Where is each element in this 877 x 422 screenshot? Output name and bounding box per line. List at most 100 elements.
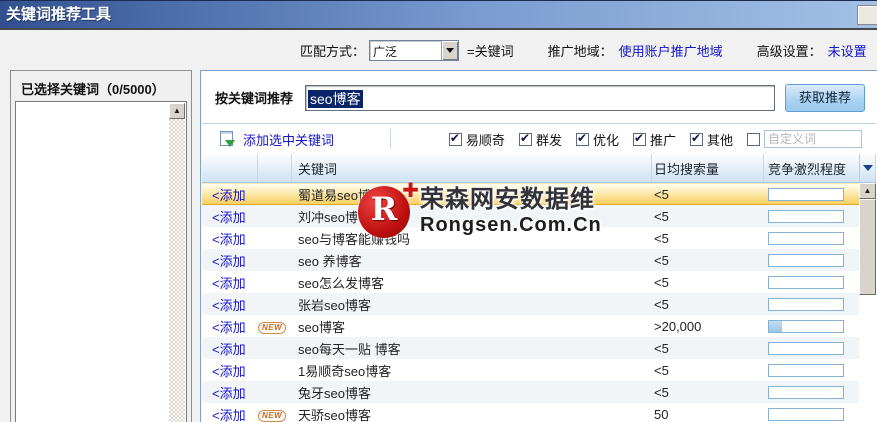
- chevron-down-icon: [446, 48, 454, 53]
- match-type-select[interactable]: 广泛: [369, 40, 459, 61]
- competition-bar: [768, 276, 844, 289]
- filter-item: 其他: [690, 130, 733, 149]
- filter-label: 群发: [536, 130, 562, 149]
- filter-checkbox[interactable]: [519, 133, 532, 146]
- keyword-cell: 张岩seo博客: [292, 295, 652, 314]
- competition-bar: [768, 342, 844, 355]
- filter-label: 优化: [593, 130, 619, 149]
- volume-cell: <5: [652, 253, 764, 268]
- header-dropdown[interactable]: [859, 154, 876, 182]
- dropdown-button[interactable]: [441, 41, 458, 60]
- add-selected-keywords-link[interactable]: 添加选中关键词: [243, 130, 334, 149]
- divider: [390, 129, 391, 149]
- search-input-selected-text: seo博客: [308, 90, 363, 108]
- scroll-up-icon[interactable]: ▲: [859, 183, 876, 199]
- match-type-suffix: =关键词: [467, 41, 514, 60]
- add-link[interactable]: <添加: [212, 383, 258, 402]
- filter-item: 易顺奇: [449, 130, 505, 149]
- keyword-cell: seo每天一贴 博客: [292, 339, 652, 358]
- keyword-cell: seo怎么发博客: [292, 273, 652, 292]
- advanced-settings-label: 高级设置：: [757, 41, 822, 60]
- watermark: R ✚ 荣森网安数据维 Rongsen.Com.Cn: [358, 186, 602, 238]
- selected-keywords-list[interactable]: ▲: [15, 101, 187, 422]
- filter-item: 群发: [519, 130, 562, 149]
- filter-checkbox[interactable]: [633, 133, 646, 146]
- add-link[interactable]: <添加: [212, 295, 258, 314]
- competition-bar: [768, 320, 844, 333]
- add-link[interactable]: <添加: [212, 339, 258, 358]
- header-competition[interactable]: 竞争激烈程度: [764, 154, 859, 182]
- scroll-up-icon[interactable]: ▲: [169, 103, 185, 119]
- competition-bar: [768, 210, 844, 223]
- window-control-button[interactable]: [857, 5, 877, 25]
- table-scrollbar[interactable]: ▲: [859, 183, 876, 422]
- search-input[interactable]: seo博客: [305, 85, 775, 111]
- match-type-label: 匹配方式：: [300, 41, 365, 60]
- table-row[interactable]: <添加 NEW seo博客 >20,000: [202, 315, 859, 337]
- volume-cell: <5: [652, 363, 764, 378]
- region-label: 推广地域：: [548, 41, 613, 60]
- rongsen-logo-icon: R ✚: [358, 186, 410, 238]
- add-link[interactable]: <添加: [212, 207, 258, 226]
- region-link[interactable]: 使用账户推广地域: [619, 41, 723, 60]
- table-row[interactable]: <添加 seo每天一贴 博客 <5: [202, 337, 859, 359]
- filter-item: 优化: [576, 130, 619, 149]
- volume-cell: <5: [652, 297, 764, 312]
- filter-checkbox[interactable]: [690, 133, 703, 146]
- add-link[interactable]: <添加: [212, 405, 258, 422]
- competition-bar: [768, 232, 844, 245]
- filter-checkbox[interactable]: [449, 133, 462, 146]
- header-keyword[interactable]: 关键词: [292, 154, 652, 182]
- volume-cell: <5: [652, 341, 764, 356]
- header-volume[interactable]: 日均搜索量: [652, 154, 764, 182]
- volume-cell: <5: [652, 275, 764, 290]
- custom-word-input[interactable]: [764, 130, 862, 148]
- new-badge: NEW: [258, 410, 286, 422]
- competition-bar: [768, 364, 844, 377]
- volume-cell: <5: [652, 231, 764, 246]
- add-link[interactable]: <添加: [212, 229, 258, 248]
- filter-checkbox[interactable]: [576, 133, 589, 146]
- volume-cell: <5: [652, 187, 764, 202]
- table-row[interactable]: <添加 1易顺奇seo博客 <5: [202, 359, 859, 381]
- watermark-line2: Rongsen.Com.Cn: [420, 214, 602, 237]
- top-controls: 匹配方式： 广泛 =关键词 推广地域： 使用账户推广地域 高级设置： 未设置: [300, 38, 877, 62]
- competition-bar: [768, 386, 844, 399]
- custom-word-checkbox[interactable]: [747, 133, 760, 146]
- scrollbar-track[interactable]: [169, 119, 185, 422]
- volume-cell: <5: [652, 385, 764, 400]
- header-spacer: [202, 154, 212, 182]
- filter-group: 易顺奇 群发 优化 推广 其他: [449, 130, 876, 149]
- keyword-cell: seo 养博客: [292, 251, 652, 270]
- chevron-down-icon: [863, 165, 873, 171]
- table-row[interactable]: <添加 NEW 天骄seo博客 50: [202, 403, 859, 422]
- table-header: 关键词 日均搜索量 竞争激烈程度: [202, 154, 876, 183]
- competition-bar: [768, 254, 844, 267]
- filter-label: 易顺奇: [466, 130, 505, 149]
- keyword-cell: seo博客: [292, 317, 652, 336]
- keyword-cell: 天骄seo博客: [292, 405, 652, 422]
- competition-bar: [768, 188, 844, 201]
- add-link[interactable]: <添加: [212, 251, 258, 270]
- competition-fill: [769, 321, 782, 332]
- volume-cell: >20,000: [652, 319, 764, 334]
- selected-keywords-panel: 已选择关键词（0/5000） ▲: [10, 70, 192, 422]
- add-link[interactable]: <添加: [212, 185, 258, 204]
- custom-word-filter: [747, 130, 862, 148]
- table-row[interactable]: <添加 seo 养博客 <5: [202, 249, 859, 271]
- table-row[interactable]: <添加 seo怎么发博客 <5: [202, 271, 859, 293]
- scrollbar-thumb[interactable]: [859, 199, 876, 295]
- plus-icon: ✚: [402, 178, 419, 203]
- advanced-settings-link[interactable]: 未设置: [828, 41, 867, 60]
- table-row[interactable]: <添加 张岩seo博客 <5: [202, 293, 859, 315]
- table-toolbar: 添加选中关键词 易顺奇 群发 优化 推广 其他: [202, 124, 876, 154]
- table-row[interactable]: <添加 兔牙seo博客 <5: [202, 381, 859, 403]
- search-label: 按关键词推荐: [215, 88, 293, 107]
- competition-bar: [768, 298, 844, 311]
- keyword-cell: 兔牙seo博客: [292, 383, 652, 402]
- add-link[interactable]: <添加: [212, 317, 258, 336]
- add-link[interactable]: <添加: [212, 361, 258, 380]
- add-link[interactable]: <添加: [212, 273, 258, 292]
- left-scrollbar[interactable]: ▲: [169, 103, 185, 422]
- get-recommend-button[interactable]: 获取推荐: [785, 84, 865, 112]
